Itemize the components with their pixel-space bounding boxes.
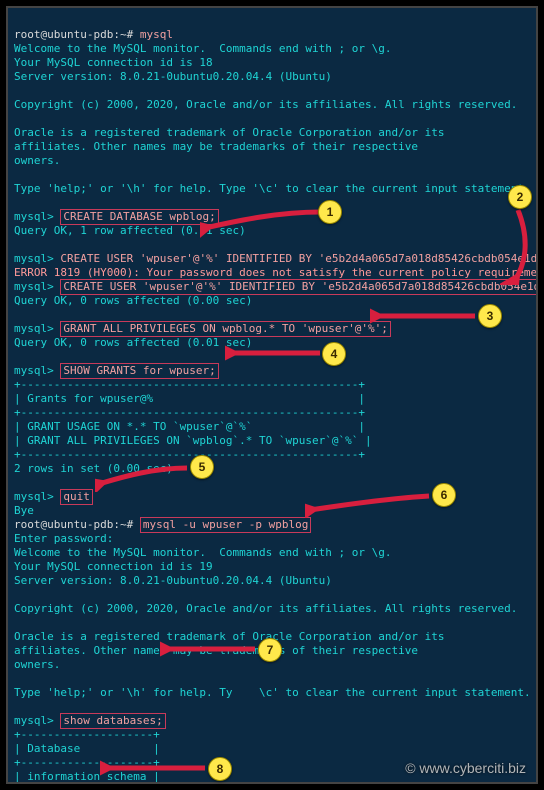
sql-create-user-bad: CREATE USER 'wpuser'@'%' IDENTIFIED BY '… <box>60 252 538 265</box>
text: Query OK, 1 row affected (0.01 sec) <box>14 224 246 237</box>
cmd-mysql: mysql <box>140 28 173 41</box>
shell-prompt: root@ubuntu-pdb:~# <box>14 28 133 41</box>
watermark: © www.cyberciti.biz <box>405 760 526 776</box>
text: Query OK, 0 rows affected (0.00 sec) <box>14 294 252 307</box>
mysql-prompt: mysql> <box>14 322 54 335</box>
mysql-prompt: mysql> <box>14 714 54 727</box>
text: Server version: 8.0.21-0ubuntu0.20.04.4 … <box>14 70 332 83</box>
mysql-prompt: mysql> <box>14 364 54 377</box>
text: Your MySQL connection id is 19 <box>14 560 213 573</box>
text: \c' to clear the current input statement… <box>259 686 531 699</box>
text: Enter password: <box>14 532 113 545</box>
text: +--------------------+ <box>14 728 160 741</box>
error-policy: ERROR 1819 (HY000): Your password does n… <box>14 266 538 279</box>
text: Welcome to the MySQL monitor. Commands e… <box>14 42 392 55</box>
mysql-prompt: mysql> <box>14 280 54 293</box>
text: Type 'help;' or '\h' for help. Ty <box>14 686 233 699</box>
text: | GRANT ALL PRIVILEGES ON `wpblog`.* TO … <box>14 434 372 447</box>
cmd-connect2: mysql -u wpuser -p wpblog <box>143 518 309 531</box>
hl-create-user: CREATE USER 'wpuser'@'%' IDENTIFIED BY '… <box>60 279 538 295</box>
text: affiliates. Other names may be trademark… <box>14 644 418 657</box>
mysql-prompt: mysql> <box>14 490 54 503</box>
text: | Grants for wpuser@% | <box>14 392 365 405</box>
sql-create-user-ok: CREATE USER 'wpuser'@'%' IDENTIFIED BY '… <box>63 280 538 293</box>
text: +---------------------------------------… <box>14 448 365 461</box>
text: +--------------------+ <box>14 756 160 769</box>
hl-show-db: show databases; <box>60 713 165 729</box>
sql-grant: GRANT ALL PRIVILEGES ON wpblog.* TO 'wpu… <box>63 322 388 335</box>
text: owners. <box>14 154 60 167</box>
hl-quit1: quit <box>60 489 93 505</box>
text: Copyright (c) 2000, 2020, Oracle and/or … <box>14 98 517 111</box>
sql-create-db: CREATE DATABASE wpblog; <box>63 210 215 223</box>
sql-show-db: show databases; <box>63 714 162 727</box>
text: | Database | <box>14 742 160 755</box>
text: +---------------------------------------… <box>14 406 365 419</box>
mysql-prompt: mysql> <box>14 210 54 223</box>
text: affiliates. Other names may be trademark… <box>14 140 418 153</box>
terminal-output: root@ubuntu-pdb:~# mysql Welcome to the … <box>14 14 530 784</box>
terminal-window: root@ubuntu-pdb:~# mysql Welcome to the … <box>6 6 538 784</box>
text: Query OK, 0 rows affected (0.01 sec) <box>14 336 252 349</box>
text: Your MySQL connection id is 18 <box>14 56 213 69</box>
hl-create-db: CREATE DATABASE wpblog; <box>60 209 218 225</box>
text: | information_schema | <box>14 770 160 783</box>
shell-prompt: root@ubuntu-pdb:~# <box>14 518 133 531</box>
text: +---------------------------------------… <box>14 378 365 391</box>
text: | GRANT USAGE ON *.* TO `wpuser`@`%` | <box>14 420 365 433</box>
text: Copyright (c) 2000, 2020, Oracle and/or … <box>14 602 517 615</box>
hl-show-grants: SHOW GRANTS for wpuser; <box>60 363 218 379</box>
text: owners. <box>14 658 60 671</box>
hl-grant: GRANT ALL PRIVILEGES ON wpblog.* TO 'wpu… <box>60 321 391 337</box>
mysql-prompt: mysql> <box>14 252 54 265</box>
text: 2 rows in set (0.00 sec) <box>14 462 173 475</box>
text: Bye <box>14 504 34 517</box>
sql-quit1: quit <box>63 490 90 503</box>
text: Oracle is a registered trademark of Orac… <box>14 126 444 139</box>
hl-connect2: mysql -u wpuser -p wpblog <box>140 517 312 533</box>
sql-show-grants: SHOW GRANTS for wpuser; <box>63 364 215 377</box>
text: Server version: 8.0.21-0ubuntu0.20.04.4 … <box>14 574 332 587</box>
text: Welcome to the MySQL monitor. Commands e… <box>14 546 392 559</box>
text: Oracle is a registered trademark of Orac… <box>14 630 444 643</box>
text: Type 'help;' or '\h' for help. Type '\c'… <box>14 182 531 195</box>
